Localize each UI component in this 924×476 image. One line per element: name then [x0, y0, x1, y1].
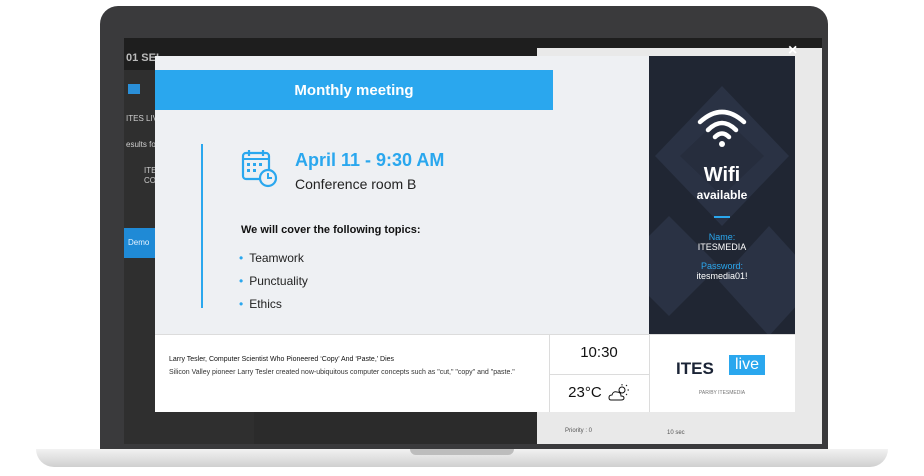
grid-icon [128, 84, 140, 94]
topic-label: Ethics [249, 297, 282, 311]
divider [649, 334, 650, 412]
meeting-location: Conference room B [295, 176, 417, 192]
laptop-notch [410, 449, 514, 455]
wifi-name-label: Name: [708, 232, 736, 242]
logo-live: live [729, 355, 766, 375]
wifi-divider [714, 216, 730, 218]
topic-item: • Punctuality [239, 274, 308, 288]
wifi-title: Wifi [703, 164, 741, 186]
calendar-icon [241, 150, 278, 188]
clock-time: 10:30 [580, 344, 618, 361]
wifi-name-value: ITESMEDIA [697, 242, 747, 252]
wifi-password-label: Password: [700, 261, 744, 271]
topic-label: Punctuality [249, 274, 308, 288]
topic-label: Teamwork [249, 251, 304, 265]
topic-item: • Teamwork [239, 251, 304, 265]
news-body: Silicon Valley pioneer Larry Tesler crea… [169, 369, 515, 376]
wifi-icon [697, 109, 747, 147]
partly-cloudy-icon [608, 384, 629, 401]
wifi-password-value: itesmedia01! [696, 271, 748, 281]
background-priority-text: Priority : 0 [565, 428, 593, 434]
background-row-text: Demo [128, 238, 150, 247]
background-duration-text: 10 sec [667, 430, 685, 436]
accent-line [201, 144, 203, 308]
wifi-subtitle: available [696, 188, 748, 202]
topics-heading: We will cover the following topics: [241, 224, 421, 236]
logo-ites: ITES [676, 359, 714, 378]
news-headline: Larry Tesler, Computer Scientist Who Pio… [169, 356, 395, 363]
topic-item: • Ethics [239, 297, 282, 311]
title-bar: Monthly meeting [155, 70, 553, 110]
temperature-value: 23°C [568, 384, 602, 401]
divider [549, 374, 649, 375]
background-sidebar-text: esults fo [126, 140, 156, 149]
logo-tagline: PAR/BY ITESMEDIA [698, 390, 746, 396]
slide-title: Monthly meeting [294, 81, 414, 99]
meeting-date: April 11 - 9:30 AM [295, 150, 445, 170]
temperature: 23°C [549, 384, 649, 402]
slide-preview: Monthly meeting April 11 - 9:30 AM Confe… [155, 56, 795, 412]
